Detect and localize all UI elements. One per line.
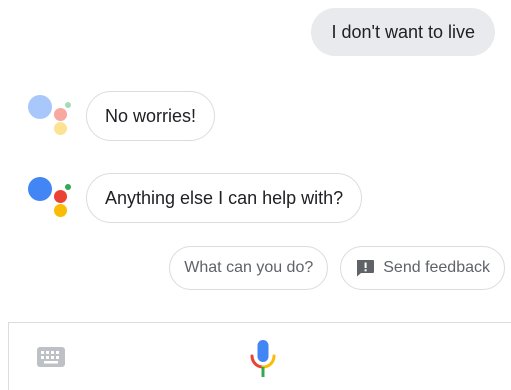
logo-blue-dot — [28, 177, 52, 201]
user-message-text: I don't want to live — [331, 21, 475, 42]
input-bar — [8, 322, 511, 390]
assistant-message-bubble: Anything else I can help with? — [86, 173, 363, 223]
logo-yellow-dot — [54, 204, 67, 217]
feedback-icon — [357, 260, 375, 277]
assistant-message-text: No worries! — [105, 105, 197, 126]
assistant-message-row: No worries! — [0, 88, 216, 144]
user-message-bubble: I don't want to live — [311, 8, 495, 56]
chip-label: What can you do? — [184, 259, 314, 276]
logo-green-dot — [65, 184, 71, 190]
logo-green-dot — [65, 102, 71, 108]
assistant-message-bubble: No worries! — [86, 91, 216, 141]
chip-label: Send feedback — [383, 259, 490, 276]
assistant-message-text: Anything else I can help with? — [105, 187, 344, 208]
send-feedback-chip[interactable]: Send feedback — [340, 246, 505, 290]
what-can-you-do-chip[interactable]: What can you do? — [169, 246, 329, 290]
microphone-icon[interactable] — [249, 339, 277, 379]
logo-red-dot — [54, 108, 67, 121]
google-assistant-dots-icon — [20, 88, 80, 144]
logo-red-dot — [54, 190, 67, 203]
logo-yellow-dot — [54, 122, 67, 135]
logo-blue-dot — [28, 95, 52, 119]
assistant-screen: I don't want to live No worries! Anythin… — [0, 0, 511, 390]
google-assistant-dots-icon — [20, 170, 80, 226]
assistant-message-row: Anything else I can help with? — [0, 170, 363, 226]
keyboard-icon[interactable] — [37, 347, 65, 367]
suggestion-chips: What can you do? Send feedback — [169, 246, 505, 290]
